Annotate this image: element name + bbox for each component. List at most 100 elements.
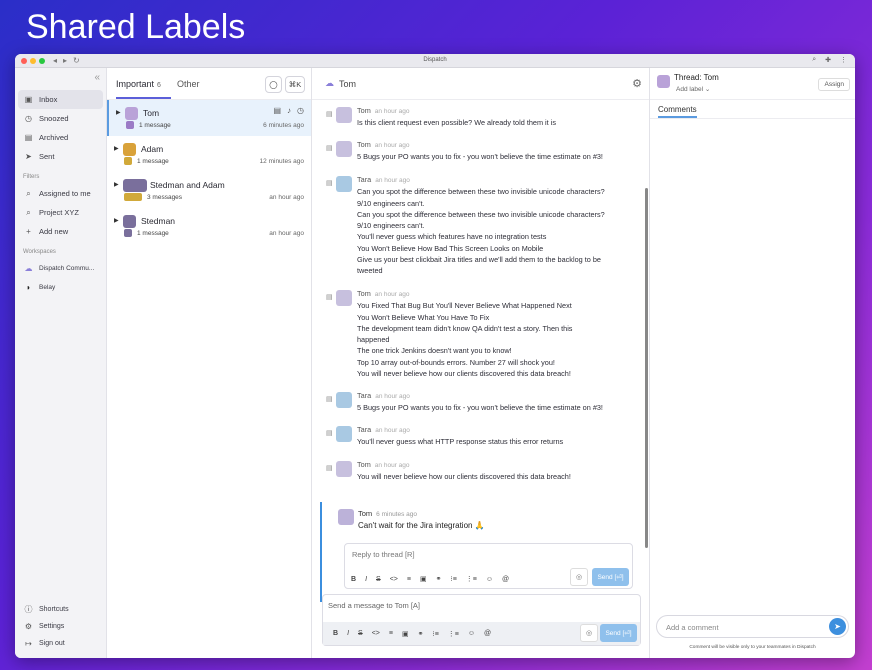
message: ▤ Tom an hour ago You Fixed That Bug But …: [312, 288, 641, 379]
message-line: Can you spot the difference between thes…: [357, 209, 605, 219]
archive-icon[interactable]: ▤: [326, 143, 333, 154]
numbered-list-icon[interactable]: ⁝≡: [450, 575, 456, 583]
archive-icon[interactable]: ▤: [326, 428, 333, 439]
link-icon[interactable]: ⚭: [436, 575, 442, 583]
workspace-belay[interactable]: ◗ Belay: [18, 278, 103, 297]
send-reply-button[interactable]: Send [⏎]: [592, 568, 629, 586]
strike-button[interactable]: S: [376, 576, 381, 583]
message-line: 9/10 engineers can't.: [357, 221, 425, 231]
bullet-list-icon[interactable]: ⋮≡: [466, 575, 477, 583]
thread-row[interactable]: ▶ Stedman 1 message an hour ago: [107, 208, 311, 244]
expand-icon[interactable]: ▶: [114, 217, 119, 224]
message-composer[interactable]: Send a message to Tom [A] B I S <> ≡ ▣ ⚭…: [322, 594, 641, 646]
more-icon[interactable]: ⋮: [840, 56, 847, 64]
thread-name: Stedman: [141, 216, 176, 226]
shortcuts-button[interactable]: ⓘ Shortcuts: [18, 601, 103, 618]
collapse-sidebar-icon[interactable]: «: [94, 72, 100, 83]
codeblock-icon[interactable]: ▣: [402, 630, 409, 638]
numbered-list-icon[interactable]: ⁝≡: [432, 630, 438, 638]
thread-row[interactable]: ▶ Stedman and Adam 3 messages an hour ag…: [107, 172, 311, 208]
comment-input[interactable]: Add a comment: [666, 623, 719, 632]
snooze-icon[interactable]: ◷: [297, 106, 304, 115]
bold-button[interactable]: B: [333, 630, 338, 637]
avatar: [336, 426, 352, 442]
archive-icon[interactable]: ▤: [326, 178, 333, 189]
expand-icon[interactable]: ▶: [114, 181, 119, 188]
archive-icon[interactable]: ▤: [326, 292, 333, 303]
extensions-icon[interactable]: ✚: [825, 56, 831, 64]
sidebar-item-archived[interactable]: ▤ Archived: [18, 128, 103, 147]
sidebar-item-sent[interactable]: ➤ Sent: [18, 147, 103, 166]
settings-button[interactable]: ⚙ Settings: [18, 618, 103, 635]
compose-button[interactable]: ◯: [265, 76, 282, 93]
avatar: [336, 176, 352, 192]
tab-other[interactable]: Other: [177, 79, 200, 89]
thread-time: an hour ago: [269, 230, 304, 237]
scrollbar[interactable]: [645, 188, 648, 548]
filter-assigned-to-me[interactable]: ⌕ Assigned to me: [18, 184, 103, 203]
filter-label: Add new: [39, 227, 69, 236]
message-input[interactable]: Send a message to Tom [A]: [328, 601, 420, 610]
thread-title: Tom: [339, 78, 357, 89]
tab-important[interactable]: Important 6: [116, 79, 171, 99]
assign-button[interactable]: Assign: [818, 78, 850, 91]
filter-project-xyz[interactable]: ⌕ Project XYZ: [18, 203, 103, 222]
attach-icon[interactable]: ◎: [580, 624, 598, 642]
mention-icon[interactable]: @: [484, 630, 491, 637]
reply-input[interactable]: Reply to thread [R]: [352, 550, 415, 559]
command-palette-button[interactable]: ⌘K: [285, 76, 305, 93]
send-message-button[interactable]: Send [⏎]: [600, 624, 637, 642]
code-button[interactable]: <>: [390, 576, 398, 583]
gear-icon[interactable]: ⚙: [632, 77, 642, 90]
comment-box[interactable]: Add a comment ➤: [656, 615, 849, 638]
quote-icon[interactable]: ≡: [407, 576, 411, 583]
archive-icon[interactable]: ▤: [326, 463, 333, 474]
message-author: Tom: [357, 289, 371, 298]
workspace-dispatch[interactable]: ☁ Dispatch Commu...: [18, 259, 103, 278]
thread-row[interactable]: ▶ Adam 1 message 12 minutes ago: [107, 136, 311, 172]
workspace-label: Dispatch Commu...: [39, 265, 95, 272]
participant-avatar: [124, 157, 132, 165]
message-time: 6 minutes ago: [376, 511, 418, 518]
sidebar: « ▣ Inbox ◷ Snoozed ▤ Archived ➤ Sent Fi…: [15, 68, 107, 658]
strike-button[interactable]: S: [358, 630, 363, 637]
archive-icon[interactable]: ▤: [326, 394, 333, 405]
reply-box[interactable]: Reply to thread [R] B I S <> ≡ ▣ ⚭ ⁝≡ ⋮≡…: [344, 543, 633, 589]
tab-comments[interactable]: Comments: [658, 105, 697, 118]
italic-button[interactable]: I: [365, 576, 367, 583]
app-window: ◂ ▸ ↻ Dispatch ⌕ ✚ ⋮ « ▣ Inbox ◷ Snoozed…: [15, 54, 855, 658]
sidebar-item-snoozed[interactable]: ◷ Snoozed: [18, 109, 103, 128]
link-icon[interactable]: ⚭: [418, 630, 424, 638]
message-line: You Won't Believe How Bad This Screen Lo…: [357, 243, 544, 253]
mention-icon[interactable]: @: [502, 576, 509, 583]
thread-list: Important 6 Other ◯ ⌘K ▶ Tom 1 message ▤ …: [107, 68, 312, 658]
quote-icon[interactable]: ≡: [389, 630, 393, 637]
archive-icon[interactable]: ▤: [273, 106, 281, 115]
expand-icon[interactable]: ▶: [116, 109, 121, 116]
thread-row[interactable]: ▶ Tom 1 message ▤ ♪ ◷ 6 minutes ago: [107, 100, 311, 136]
emoji-icon[interactable]: ☺: [486, 576, 493, 583]
message-time: an hour ago: [374, 142, 410, 149]
send-comment-icon[interactable]: ➤: [829, 618, 846, 635]
expand-icon[interactable]: ▶: [114, 145, 119, 152]
app-body: « ▣ Inbox ◷ Snoozed ▤ Archived ➤ Sent Fi…: [15, 68, 855, 658]
archive-icon[interactable]: ▤: [326, 109, 333, 120]
search-icon[interactable]: ⌕: [812, 56, 816, 64]
bullet-list-icon[interactable]: ⋮≡: [448, 630, 459, 638]
sidebar-item-inbox[interactable]: ▣ Inbox: [18, 90, 103, 109]
bold-button[interactable]: B: [351, 576, 356, 583]
message-line: You Won't Believe What You Have To Fix: [357, 312, 490, 322]
attach-icon[interactable]: ◎: [570, 568, 588, 586]
message-line: Top 10 array out-of-bounds errors. Numbe…: [357, 357, 555, 367]
add-label-dropdown[interactable]: Add label ⌄: [676, 85, 710, 93]
mute-icon[interactable]: ♪: [287, 106, 291, 115]
filter-add-new[interactable]: + Add new: [18, 222, 103, 241]
sign-out-button[interactable]: ↦ Sign out: [18, 635, 103, 652]
codeblock-icon[interactable]: ▣: [420, 575, 427, 583]
italic-button[interactable]: I: [347, 630, 349, 637]
message-line: 5 Bugs your PO wants you to fix - you wo…: [357, 152, 603, 162]
message-author: Tom: [358, 509, 373, 518]
code-button[interactable]: <>: [372, 630, 380, 637]
emoji-icon[interactable]: ☺: [468, 630, 475, 637]
clock-icon: ◷: [25, 114, 32, 123]
